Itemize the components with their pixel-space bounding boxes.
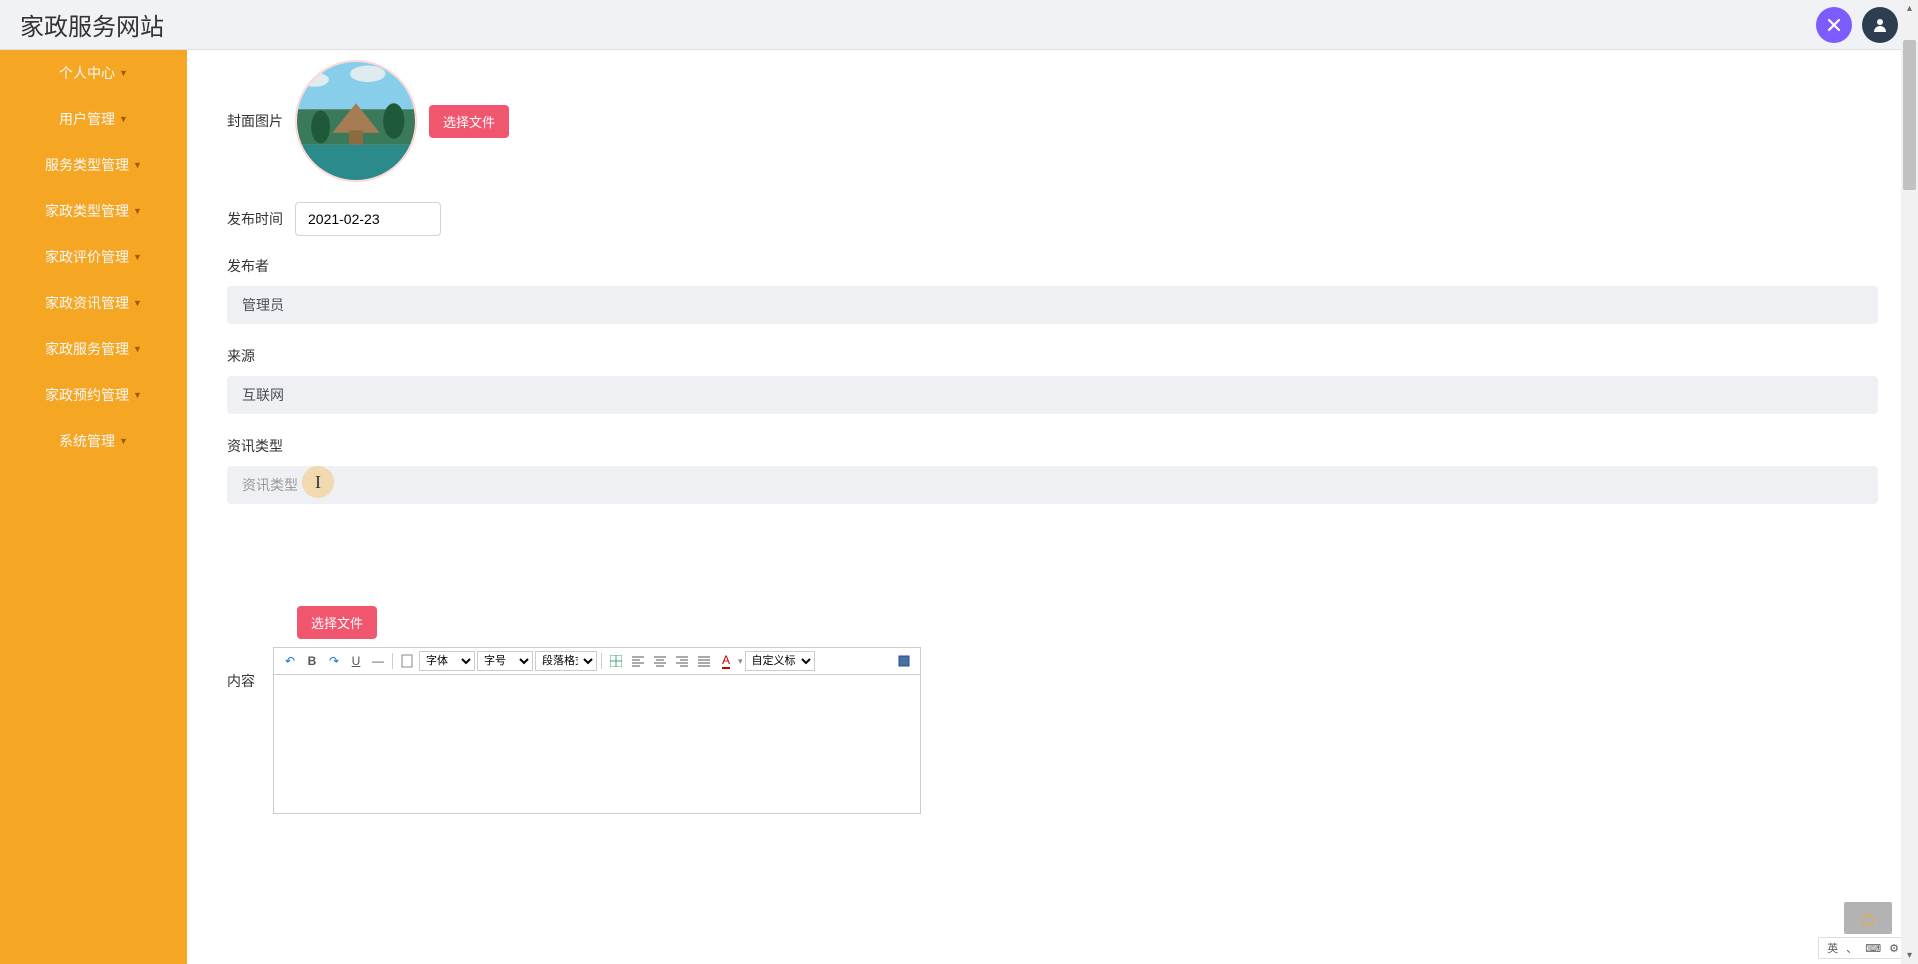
close-icon [1825,16,1843,34]
page-button[interactable] [397,651,417,671]
underline-button[interactable]: U [346,651,366,671]
caret-icon: ▼ [133,344,142,354]
cover-preview[interactable] [295,60,417,182]
sidebar-item-service-type[interactable]: 服务类型管理 ▼ [0,142,187,188]
info-type-input[interactable] [227,466,1878,504]
editor-wrapper: 选择文件 ↶ B ↷ U — 字体 字号 段落格式 [273,606,1878,814]
source-input[interactable] [227,376,1878,414]
strikethrough-button[interactable]: — [368,651,388,671]
paragraph-format-select[interactable]: 段落格式 [535,651,597,671]
content-label: 内容 [227,671,263,691]
toolbar-separator [392,653,393,669]
fullscreen-button[interactable] [894,651,914,671]
publisher-label: 发布者 [227,256,1878,276]
editor-body[interactable] [273,674,921,814]
align-right-icon [676,655,688,667]
sidebar-item-label: 家政资讯管理 [45,293,129,313]
sidebar-item-personal[interactable]: 个人中心 ▼ [0,50,187,96]
caret-icon: ▼ [119,68,128,78]
ime-item[interactable]: ⌨ [1865,942,1881,955]
cover-label: 封面图片 [227,111,283,131]
header: 家政服务网站 [0,0,1918,50]
caret-icon: ▼ [133,252,142,262]
sidebar-item-label: 用户管理 [59,109,115,129]
caret-icon: ▼ [133,298,142,308]
bold-button[interactable]: B [302,651,322,671]
scroll-down-arrow[interactable]: ▾ [1901,947,1918,964]
ime-bar[interactable]: 英 、 ⌨ ⚙ [1818,937,1908,959]
user-icon [1871,16,1889,34]
publisher-input[interactable] [227,286,1878,324]
sidebar-item-label: 家政预约管理 [45,385,129,405]
cover-image-placeholder [297,62,415,180]
table-icon [610,655,622,667]
user-button[interactable] [1862,7,1898,43]
home-icon: ⌂ [1861,907,1874,929]
redo-button[interactable]: ↷ [324,651,344,671]
sidebar-item-label: 家政服务管理 [45,339,129,359]
ime-item[interactable]: 、 [1846,940,1857,956]
undo-button[interactable]: ↶ [280,651,300,671]
align-right-button[interactable] [672,651,692,671]
sidebar-item-reviews[interactable]: 家政评价管理 ▼ [0,234,187,280]
header-actions [1816,7,1898,43]
info-type-group: 资讯类型 I [227,436,1878,504]
vertical-scrollbar[interactable]: ▴ ▾ [1901,0,1918,964]
fullscreen-icon [898,655,910,667]
align-center-icon [654,655,666,667]
align-left-button[interactable] [628,651,648,671]
sidebar-item-label: 家政评价管理 [45,247,129,267]
sidebar-item-users[interactable]: 用户管理 ▼ [0,96,187,142]
color-dropdown-icon[interactable]: ▾ [738,656,743,667]
sidebar-item-label: 个人中心 [59,63,115,83]
caret-icon: ▼ [133,160,142,170]
publish-time-label: 发布时间 [227,209,283,229]
font-family-select[interactable]: 字体 [419,651,475,671]
sidebar-item-news[interactable]: 家政资讯管理 ▼ [0,280,187,326]
toolbar-separator [601,653,602,669]
content-select-file-button[interactable]: 选择文件 [297,606,377,639]
content-section: 内容 选择文件 ↶ B ↷ U — 字体 字号 段落格式 [227,606,1878,814]
font-color-button[interactable]: A [716,651,736,671]
content-file-select-wrap: 选择文件 [297,606,1878,639]
sidebar: 个人中心 ▼ 用户管理 ▼ 服务类型管理 ▼ 家政类型管理 ▼ 家政评价管理 ▼ 家政资讯… [0,50,187,964]
table-button[interactable] [606,651,626,671]
sidebar-item-system[interactable]: 系统管理 ▼ [0,418,187,464]
align-justify-button[interactable] [694,651,714,671]
cover-row: 封面图片 选择文件 [227,60,1878,182]
source-group: 来源 [227,346,1878,414]
caret-icon: ▼ [119,114,128,124]
editor-toolbar: ↶ B ↷ U — 字体 字号 段落格式 A [273,647,921,674]
site-title: 家政服务网站 [20,7,164,42]
sidebar-item-house-type[interactable]: 家政类型管理 ▼ [0,188,187,234]
caret-icon: ▼ [119,436,128,446]
font-size-select[interactable]: 字号 [477,651,533,671]
info-type-label: 资讯类型 [227,436,1878,456]
sidebar-item-booking[interactable]: 家政预约管理 ▼ [0,372,187,418]
sidebar-item-services[interactable]: 家政服务管理 ▼ [0,326,187,372]
ime-lang[interactable]: 英 [1827,940,1838,956]
page-icon [401,654,413,668]
caret-icon: ▼ [133,390,142,400]
back-to-top-button[interactable]: ⌂ [1844,902,1892,934]
scroll-thumb[interactable] [1903,40,1916,190]
publish-time-row: 发布时间 [227,202,1878,236]
sidebar-item-label: 系统管理 [59,431,115,451]
align-center-button[interactable] [650,651,670,671]
caret-icon: ▼ [133,206,142,216]
select-file-button[interactable]: 选择文件 [429,105,509,138]
align-left-icon [632,655,644,667]
main-content: 封面图片 选择文件 发布时间 发布者 [187,50,1918,964]
source-label: 来源 [227,346,1878,366]
scroll-up-arrow[interactable]: ▴ [1901,0,1918,17]
container: 个人中心 ▼ 用户管理 ▼ 服务类型管理 ▼ 家政类型管理 ▼ 家政评价管理 ▼ 家政资讯… [0,50,1918,964]
sidebar-item-label: 家政类型管理 [45,201,129,221]
close-button[interactable] [1816,7,1852,43]
sidebar-item-label: 服务类型管理 [45,155,129,175]
align-justify-icon [698,655,710,667]
publish-time-input[interactable] [295,202,441,236]
custom-title-select[interactable]: 自定义标题 [745,651,815,671]
publisher-group: 发布者 [227,256,1878,324]
ime-item[interactable]: ⚙ [1889,942,1899,955]
